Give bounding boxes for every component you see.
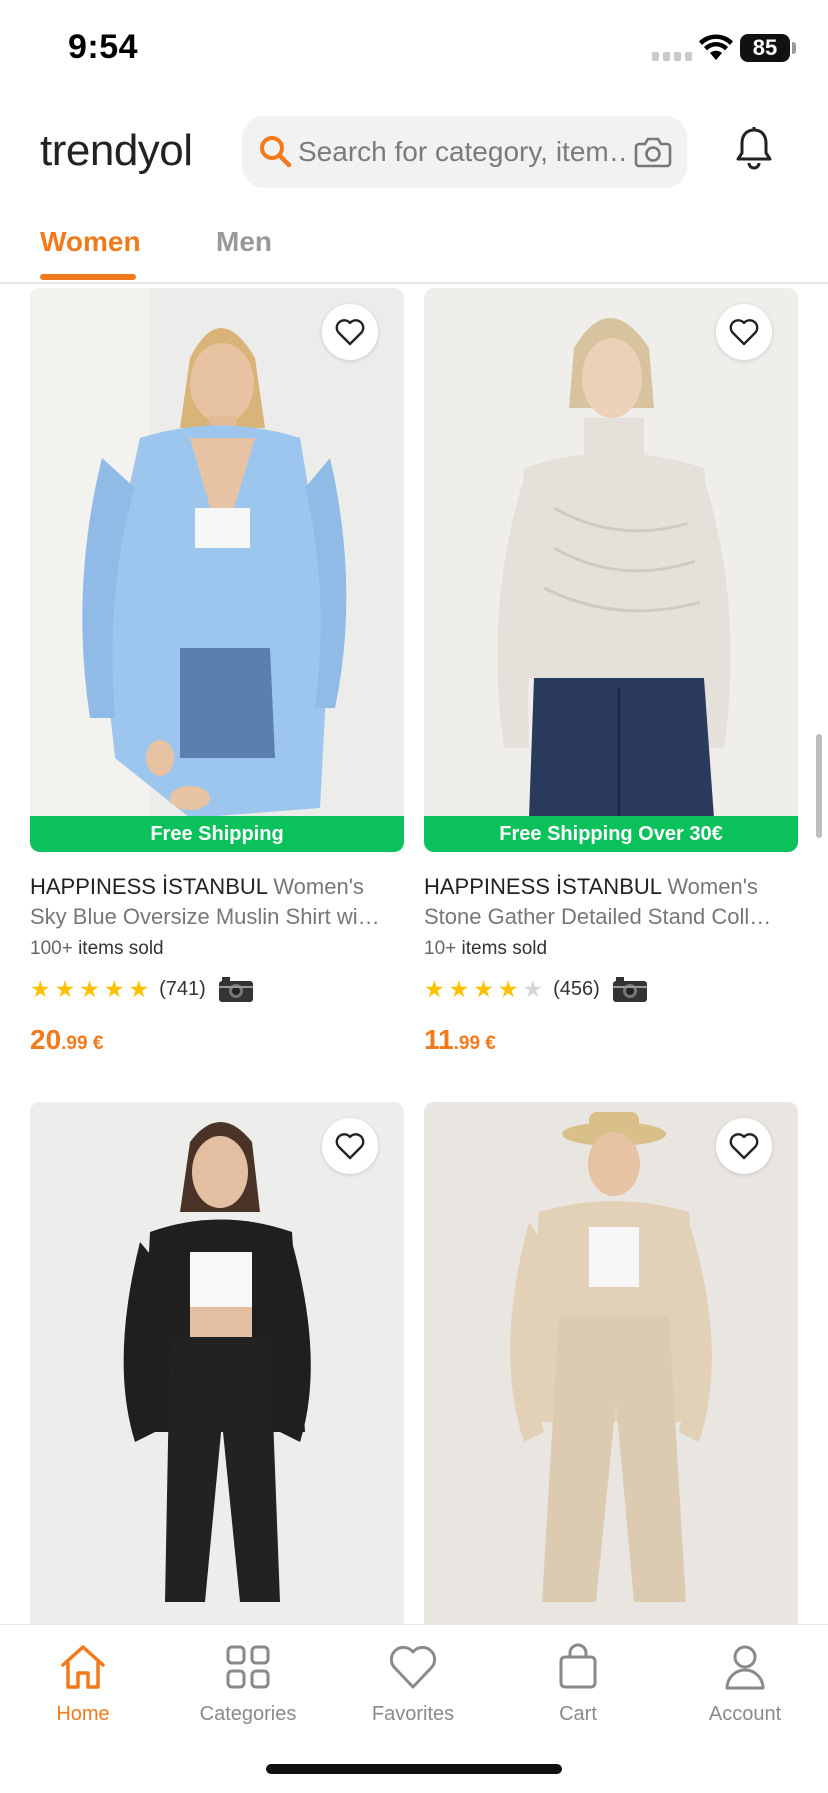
nav-account-label: Account	[708, 1703, 782, 1725]
heart-icon	[335, 1133, 365, 1160]
search-icon	[260, 136, 292, 168]
items-sold-count: 10+	[424, 938, 457, 959]
product-photo-blue-shirt	[30, 288, 404, 818]
favorite-button[interactable]	[716, 304, 772, 360]
star-icon: ★	[103, 976, 125, 1002]
product-card[interactable]	[30, 1102, 404, 1624]
product-card[interactable]	[424, 1102, 798, 1624]
nav-categories-label: Categories	[199, 1703, 297, 1725]
product-photo-beige-set	[424, 1102, 798, 1624]
search-input[interactable]	[298, 116, 626, 188]
items-sold-label: items sold	[461, 938, 548, 959]
rating-count: (456)	[553, 977, 600, 1000]
cart-bag-icon	[559, 1643, 597, 1689]
star-icon: ★	[54, 976, 76, 1002]
star-icon: ★	[30, 976, 51, 1002]
wifi-icon	[699, 34, 733, 60]
star-icon: ★	[424, 976, 445, 1002]
product-image[interactable]	[424, 1102, 798, 1624]
home-indicator[interactable]	[266, 1764, 562, 1774]
rating-stars: ★ ★ ★ ★ ★	[424, 977, 543, 1001]
product-brand: HAPPINESS İSTANBUL	[30, 874, 268, 899]
product-title[interactable]: HAPPINESS İSTANBUL Women's Stone Gather …	[424, 872, 798, 932]
cellular-signal-icon	[652, 52, 694, 62]
rating-count: (741)	[159, 977, 206, 1000]
product-rating: ★ ★ ★ ★ ★ (456)	[424, 974, 648, 1004]
product-card[interactable]: Free Shipping HAPPINESS İSTANBUL Women's…	[30, 288, 404, 1068]
product-image[interactable]	[424, 288, 798, 818]
nav-home-label: Home	[56, 1703, 110, 1725]
nav-categories[interactable]: Categories	[178, 1641, 318, 1726]
home-icon	[61, 1645, 105, 1689]
star-icon: ★	[497, 976, 519, 1002]
tab-active-indicator	[40, 274, 136, 280]
product-photo-stone-top	[424, 288, 798, 818]
product-name-line2: Stone Gather Detailed Stand Coll…	[424, 904, 772, 929]
notification-bell-icon[interactable]	[734, 126, 774, 172]
star-icon: ★	[473, 976, 494, 1002]
product-card[interactable]: Free Shipping Over 30€ HAPPINESS İSTANBU…	[424, 288, 798, 1068]
items-sold-label: items sold	[78, 938, 164, 959]
product-photo-black-set	[30, 1102, 404, 1624]
product-price: 11.99 €	[424, 1024, 496, 1055]
items-sold: 10+ items sold	[424, 938, 547, 960]
product-brand: HAPPINESS İSTANBUL	[424, 874, 662, 899]
header: trendyol	[0, 100, 828, 210]
product-image[interactable]	[30, 1102, 404, 1624]
star-icon: ★	[128, 976, 150, 1002]
heart-icon	[335, 319, 365, 346]
product-rating: ★ ★ ★ ★ ★ (741)	[30, 974, 254, 1004]
star-empty-icon: ★	[522, 976, 544, 1002]
star-icon: ★	[448, 976, 470, 1002]
product-name-line2: Sky Blue Oversize Muslin Shirt wi…	[30, 904, 380, 929]
tab-women[interactable]: Women	[40, 226, 141, 258]
product-title[interactable]: HAPPINESS İSTANBUL Women's Sky Blue Over…	[30, 872, 404, 932]
photo-reviews-camera-icon	[612, 977, 647, 1002]
gender-tabs: Women Men	[0, 210, 828, 284]
favorite-button[interactable]	[322, 304, 378, 360]
star-icon: ★	[79, 976, 100, 1002]
product-name-line1: Women's	[667, 874, 758, 899]
battery-nub	[792, 42, 796, 54]
nav-favorites-label: Favorites	[371, 1703, 455, 1725]
nav-favorites[interactable]: Favorites	[343, 1641, 483, 1726]
items-sold-count: 100+	[30, 938, 73, 959]
favorite-button[interactable]	[322, 1118, 378, 1174]
free-shipping-badge: Free Shipping	[30, 816, 404, 852]
nav-cart[interactable]: Cart	[508, 1641, 648, 1726]
favorite-button[interactable]	[716, 1118, 772, 1174]
product-name-line1: Women's	[273, 874, 364, 899]
battery-icon: 85	[740, 34, 790, 62]
items-sold: 100+ items sold	[30, 938, 164, 960]
nav-cart-label: Cart	[559, 1703, 597, 1725]
nav-account[interactable]: Account	[675, 1641, 815, 1726]
photo-reviews-camera-icon	[218, 977, 253, 1002]
free-shipping-badge: Free Shipping Over 30€	[424, 816, 798, 852]
nav-home[interactable]: Home	[13, 1641, 153, 1726]
rating-stars: ★ ★ ★ ★ ★	[30, 977, 149, 1001]
product-price: 20.99 €	[30, 1024, 104, 1055]
scrollbar[interactable]	[816, 734, 822, 838]
categories-grid-icon	[226, 1645, 270, 1689]
status-time: 9:54	[68, 28, 139, 66]
heart-icon	[729, 319, 759, 346]
search-bar[interactable]	[242, 116, 687, 188]
tab-men[interactable]: Men	[216, 226, 272, 258]
status-bar: 9:54 85	[0, 0, 828, 100]
heart-icon	[729, 1133, 759, 1160]
product-image[interactable]	[30, 288, 404, 818]
account-user-icon	[725, 1645, 765, 1690]
camera-search-icon[interactable]	[634, 134, 672, 170]
trendyol-logo[interactable]: trendyol	[40, 126, 193, 176]
favorites-heart-icon	[389, 1645, 437, 1689]
